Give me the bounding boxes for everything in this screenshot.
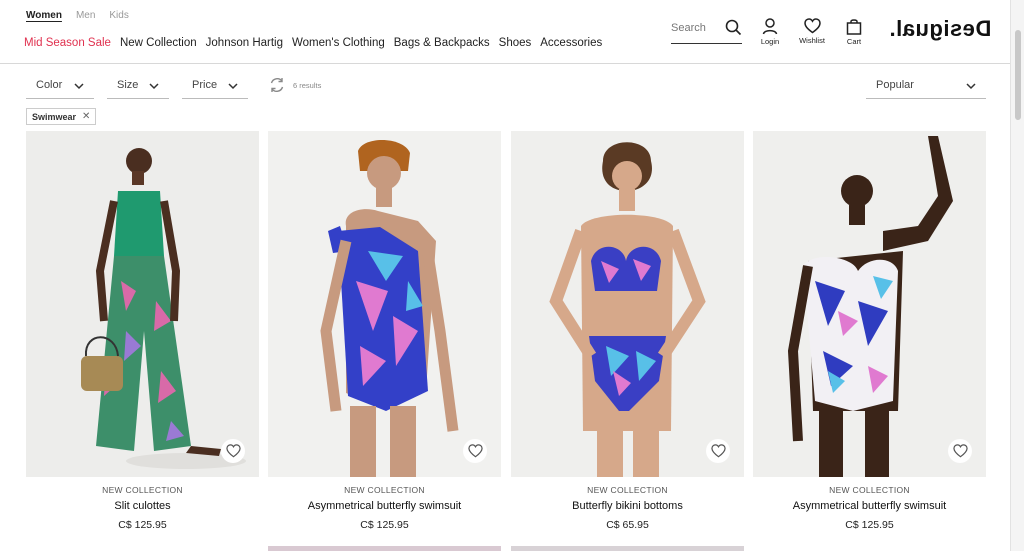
active-filter-chip[interactable]: Swimwear ✕ [26, 108, 97, 125]
wishlist-label: Wishlist [799, 36, 825, 45]
scrollbar-thumb[interactable] [1015, 30, 1021, 120]
refresh-icon[interactable] [268, 76, 286, 94]
nav-item-mid-season-sale[interactable]: Mid Season Sale [24, 37, 111, 49]
add-to-wishlist-button[interactable] [706, 439, 730, 463]
heart-icon [803, 18, 821, 34]
nav-item-womens-clothing[interactable]: Women's Clothing [292, 37, 385, 49]
login-label: Login [760, 37, 780, 46]
product-image[interactable] [26, 131, 259, 477]
next-product-image-peek [268, 546, 501, 551]
product-price: C$ 125.95 [845, 519, 894, 531]
close-icon[interactable]: ✕ [82, 111, 90, 122]
add-to-wishlist-button[interactable] [948, 439, 972, 463]
chevron-down-icon [149, 83, 159, 90]
product-price: C$ 125.95 [360, 519, 409, 531]
nav-item-shoes[interactable]: Shoes [499, 37, 532, 49]
main-navigation: Mid Season Sale New Collection Johnson H… [24, 37, 602, 49]
bag-icon [846, 19, 862, 35]
nav-item-new-collection[interactable]: New Collection [120, 37, 197, 49]
product-name[interactable]: Slit culottes [26, 500, 259, 512]
nav-item-johnson-hartig[interactable]: Johnson Hartig [206, 37, 283, 49]
cart-button[interactable]: Cart [834, 18, 874, 46]
color-filter-label: Color [36, 79, 63, 91]
search-icon[interactable] [725, 19, 742, 36]
product-name[interactable]: Butterfly bikini bottoms [511, 500, 744, 512]
chevron-down-icon [966, 83, 976, 90]
wishlist-button[interactable]: Wishlist [792, 18, 832, 45]
collection-tag: NEW COLLECTION [829, 485, 910, 495]
tab-women[interactable]: Women [26, 10, 62, 21]
price-filter-label: Price [192, 79, 218, 91]
cart-label: Cart [846, 37, 862, 46]
search-placeholder: Search [671, 22, 706, 34]
model-figure-illustration [753, 131, 986, 477]
next-product-image-peek [511, 546, 744, 551]
heart-icon [952, 444, 968, 458]
add-to-wishlist-button[interactable] [463, 439, 487, 463]
product-card[interactable]: NEW COLLECTION Asymmetrical butterfly sw… [753, 131, 986, 531]
chevron-down-icon [228, 83, 238, 90]
login-button[interactable]: Login [750, 18, 790, 46]
nav-item-bags-backpacks[interactable]: Bags & Backpacks [394, 37, 490, 49]
nav-item-accessories[interactable]: Accessories [540, 37, 602, 49]
add-to-wishlist-button[interactable] [221, 439, 245, 463]
collection-tag: NEW COLLECTION [587, 485, 668, 495]
heart-icon [710, 444, 726, 458]
chevron-down-icon [74, 83, 84, 90]
brand-logo[interactable]: Desigual. [889, 16, 991, 42]
product-price: C$ 65.95 [606, 519, 649, 531]
product-image[interactable] [268, 131, 501, 477]
page-scrollbar[interactable] [1010, 0, 1024, 551]
search-input[interactable]: Search [671, 18, 742, 44]
active-filter-label: Swimwear [32, 111, 77, 122]
product-image[interactable] [511, 131, 744, 477]
tab-kids[interactable]: Kids [109, 10, 128, 21]
tab-men[interactable]: Men [76, 10, 95, 21]
user-icon [762, 18, 778, 35]
product-name[interactable]: Asymmetrical butterfly swimsuit [268, 500, 501, 512]
site-header: Women Men Kids Mid Season Sale New Colle… [0, 0, 1010, 64]
product-name[interactable]: Asymmetrical butterfly swimsuit [753, 500, 986, 512]
product-card[interactable]: NEW COLLECTION Slit culottes C$ 125.95 [26, 131, 259, 531]
product-card[interactable]: NEW COLLECTION Asymmetrical butterfly sw… [268, 131, 501, 531]
collection-tag: NEW COLLECTION [102, 485, 183, 495]
model-figure-illustration [511, 131, 744, 477]
price-filter-dropdown[interactable]: Price [182, 75, 248, 99]
size-filter-dropdown[interactable]: Size [107, 75, 169, 99]
size-filter-label: Size [117, 79, 139, 91]
sort-dropdown[interactable]: Popular [866, 75, 986, 99]
collection-tag: NEW COLLECTION [344, 485, 425, 495]
sort-label: Popular [876, 79, 914, 91]
product-price: C$ 125.95 [118, 519, 167, 531]
product-card[interactable]: NEW COLLECTION Butterfly bikini bottoms … [511, 131, 744, 531]
model-figure-illustration [268, 131, 501, 477]
color-filter-dropdown[interactable]: Color [26, 75, 94, 99]
product-image[interactable] [753, 131, 986, 477]
gender-tabs: Women Men Kids [26, 10, 129, 21]
model-figure-illustration [26, 131, 259, 477]
heart-icon [467, 444, 483, 458]
results-count: 6 results [293, 81, 322, 90]
heart-icon [225, 444, 241, 458]
